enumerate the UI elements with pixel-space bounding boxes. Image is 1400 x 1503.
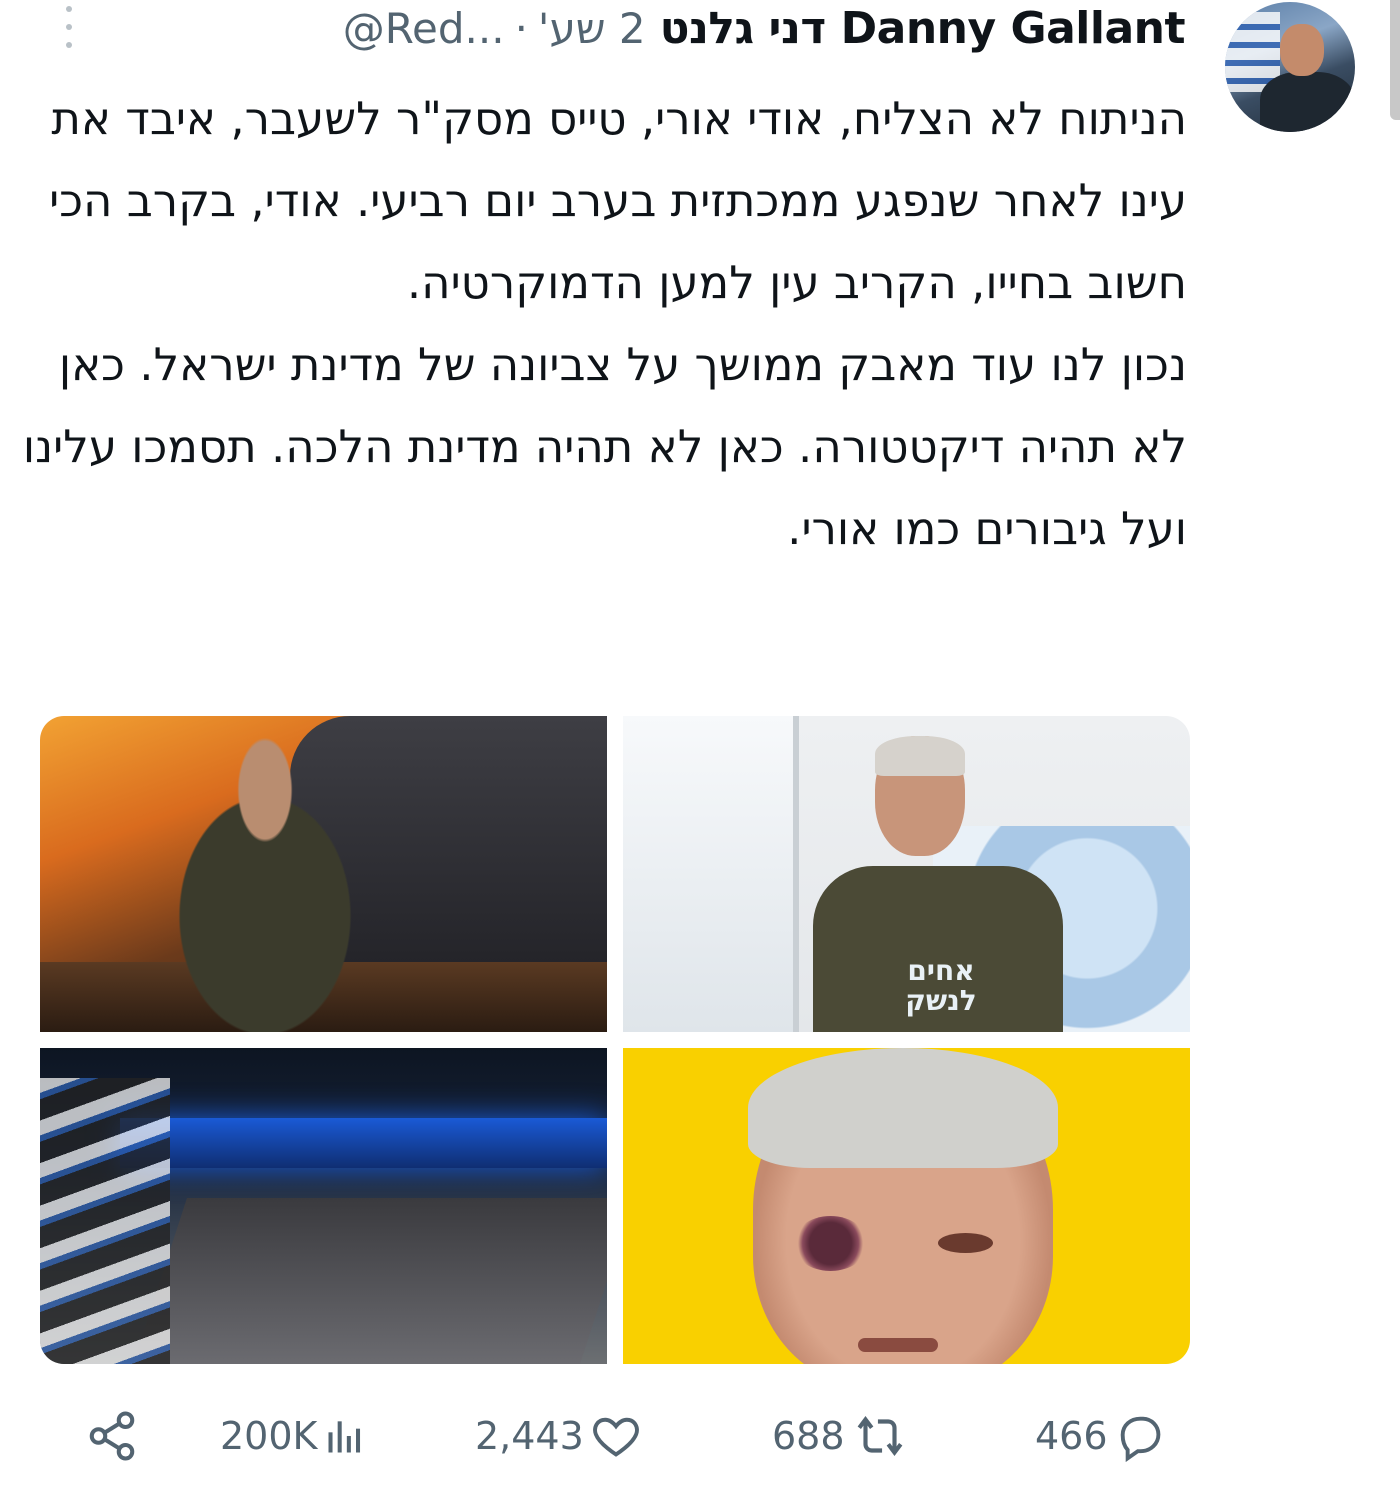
reply-button[interactable]: 466 — [1035, 1398, 1166, 1474]
tweet-paragraph-1: הניתוח לא הצליח, אודי אורי, טייס מסק"ר ל… — [49, 92, 1187, 309]
like-button[interactable]: 2,443 — [475, 1398, 642, 1474]
comment-bubble-icon — [1120, 1416, 1160, 1462]
share-button[interactable] — [85, 1398, 139, 1474]
more-options-icon[interactable] — [62, 6, 76, 48]
tweet-body: הניתוח לא הצליח, אודי אורי, טייס מסק"ר ל… — [7, 78, 1187, 570]
tweet-header: Danny Gallant דני גלנט @Red... · 2 שע' — [343, 0, 1186, 56]
share-icon — [89, 1411, 135, 1461]
heart-icon — [592, 1417, 639, 1457]
replies-count: 466 — [1035, 1414, 1108, 1458]
views-chart-icon — [328, 1421, 361, 1453]
views-button[interactable]: 200K — [220, 1398, 367, 1474]
author-name[interactable]: Danny Gallant דני גלנט — [660, 3, 1186, 54]
shirt-print-text: אחים לנשק — [905, 954, 977, 1017]
meta-separator: · — [514, 3, 528, 53]
avatar[interactable] — [1225, 2, 1355, 132]
retweet-button[interactable]: 688 — [772, 1398, 909, 1474]
tweet-paragraph-2: נכון לנו עוד מאבק ממושך על צביונה של מדי… — [22, 338, 1187, 555]
tweet-time[interactable]: 2 שע' — [538, 4, 646, 53]
retweet-icon — [857, 1415, 902, 1457]
photo-injured-face[interactable] — [623, 1048, 1190, 1364]
media-grid: אחים לנשק — [40, 716, 1190, 1364]
likes-count: 2,443 — [475, 1414, 584, 1458]
page-scrollbar[interactable] — [1390, 0, 1400, 120]
action-bar: 200K 2,443 688 466 — [80, 1398, 1200, 1474]
views-count: 200K — [220, 1414, 318, 1458]
photo-night-protest[interactable] — [40, 1048, 607, 1364]
photo-pilot-helicopter[interactable] — [40, 716, 607, 1032]
retweets-count: 688 — [772, 1414, 845, 1458]
photo-hospital-bed[interactable]: אחים לנשק — [623, 716, 1190, 1032]
author-handle[interactable]: @Red... — [343, 4, 505, 53]
tweet-meta: @Red... · 2 שע' — [343, 4, 646, 53]
